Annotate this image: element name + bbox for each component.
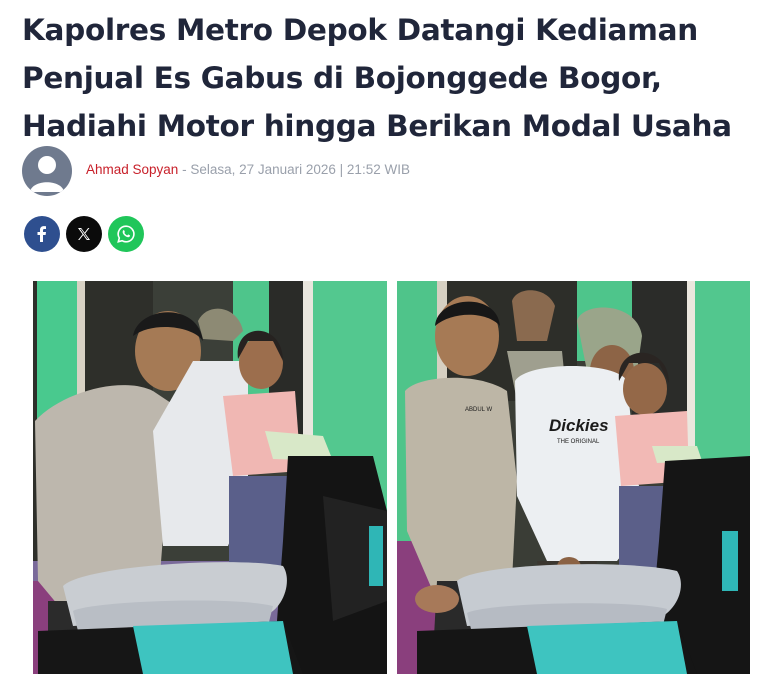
author-link[interactable]: Ahmad Sopyan [86,162,178,177]
author-avatar[interactable] [22,146,72,196]
facebook-share-button[interactable] [24,216,60,252]
article-photo-2[interactable]: Dickies THE ORIGINAL ABDUL W [397,281,750,674]
name-tag-text: ABDUL W [465,407,492,413]
whatsapp-share-button[interactable] [108,216,144,252]
article-byline: Ahmad Sopyan - Selasa, 27 Januari 2026 |… [22,146,722,196]
photo-recipient-touching-motorcycle: Dickies THE ORIGINAL ABDUL W [397,281,750,674]
publish-date: Selasa, 27 Januari 2026 | 21:52 WIB [190,162,410,177]
x-share-button[interactable] [66,216,102,252]
shirt-print-text: Dickies [549,416,609,435]
article-photo-1[interactable] [33,281,387,674]
article-meta: Ahmad Sopyan - Selasa, 27 Januari 2026 |… [86,162,410,177]
whatsapp-icon [117,225,135,243]
headline-line-2: Penjual Es Gabus di Bojonggede Bogor, [22,61,662,95]
headline-line-3: Hadiahi Motor hingga Berikan Modal Usaha [22,109,732,143]
headline-line-1: Kapolres Metro Depok Datangi Kediaman [22,13,698,47]
share-bar [24,216,144,252]
shirt-subprint-text: THE ORIGINAL [557,439,600,445]
x-icon [78,228,90,240]
user-silhouette-icon [30,156,64,192]
facebook-icon [37,226,46,242]
article-headline: Kapolres Metro Depok Datangi Kediaman Pe… [22,6,762,150]
meta-separator: - [178,162,191,177]
photo-officer-presenting-motorcycle [33,281,387,674]
